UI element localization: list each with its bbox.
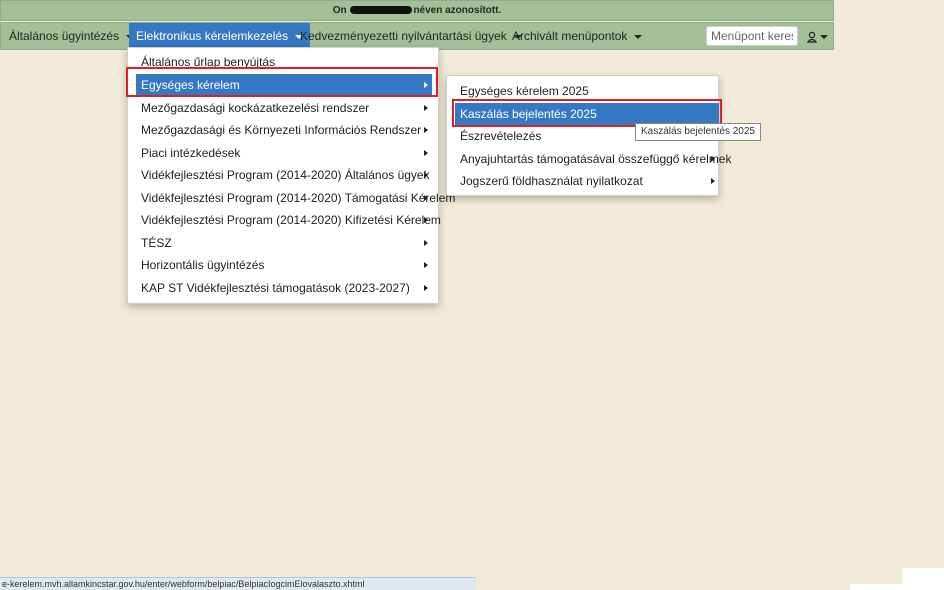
- chevron-right-icon: [424, 127, 428, 133]
- menu-item-label: Mezőgazdasági és Környezeti Információs …: [141, 123, 422, 137]
- redacted-username: [350, 6, 413, 15]
- menu-item-rdp-general[interactable]: Vidékfejlesztési Program (2014-2020) Ált…: [136, 164, 432, 186]
- user-menu-button[interactable]: [806, 23, 831, 49]
- banner-suffix: néven azonosított.: [413, 5, 502, 16]
- menu-item-unified-request[interactable]: Egységes kérelem: [136, 74, 432, 96]
- nav-general-affairs[interactable]: Általános ügyintézés: [2, 23, 141, 49]
- identity-banner: On néven azonosított.: [0, 0, 834, 21]
- menu-item-label: Vidékfejlesztési Program (2014-2020) Ált…: [141, 168, 430, 182]
- status-bar-url: e-kerelem.mvh.allamkincstar.gov.hu/enter…: [0, 577, 476, 590]
- chevron-right-icon: [424, 240, 428, 246]
- menu-item-environmental-info[interactable]: Mezőgazdasági és Környezeti Információs …: [136, 119, 432, 141]
- submenu-item-label: Anyajuhtartás támogatásával összefüggő k…: [460, 152, 732, 166]
- menu-search-input[interactable]: [706, 26, 798, 46]
- nav-electronic-requests-label: Elektronikus kérelemkezelés: [136, 29, 289, 43]
- submenu-item-label: Kaszálás bejelentés 2025: [460, 107, 597, 121]
- user-icon: [806, 31, 818, 43]
- submenu-item-label: Észrevételezés: [460, 129, 542, 143]
- submenu-item-land-use[interactable]: Jogszerű földhasználat nyilatkozat: [455, 170, 719, 192]
- nav-general-affairs-label: Általános ügyintézés: [9, 29, 120, 43]
- menu-item-label: Mezőgazdasági kockázatkezelési rendszer: [141, 101, 370, 115]
- main-navbar: Általános ügyintézés Elektronikus kérele…: [0, 22, 834, 50]
- chevron-right-icon: [424, 105, 428, 111]
- chevron-right-icon: [711, 178, 715, 184]
- menu-item-general-form[interactable]: Általános űrlap benyújtás: [136, 51, 432, 73]
- chevron-down-icon: [634, 34, 643, 39]
- electronic-requests-menu: Általános űrlap benyújtás Egységes kérel…: [127, 47, 455, 304]
- menu-item-label: Általános űrlap benyújtás: [141, 55, 276, 69]
- nav-beneficiary-registry[interactable]: Kedvezményezetti nyilvántartási ügyek: [293, 23, 529, 49]
- nav-archived[interactable]: Archivált menüpontok: [505, 23, 649, 49]
- menu-item-kap-st[interactable]: KAP ST Vidékfejlesztési támogatások (202…: [136, 277, 432, 299]
- menu-item-label: Egységes kérelem: [141, 78, 240, 92]
- chevron-right-icon: [711, 156, 715, 162]
- submenu-item-mowing-2025[interactable]: Kaszálás bejelentés 2025: [455, 103, 719, 125]
- banner-prefix: On: [332, 5, 347, 16]
- chevron-right-icon: [424, 285, 428, 291]
- menu-item-risk-management[interactable]: Mezőgazdasági kockázatkezelési rendszer: [136, 97, 432, 119]
- menu-item-label: Vidékfejlesztési Program (2014-2020) Tám…: [141, 191, 456, 205]
- menu-item-label: KAP ST Vidékfejlesztési támogatások (202…: [141, 281, 410, 295]
- submenu-item-unified-2025[interactable]: Egységes kérelem 2025: [455, 80, 719, 102]
- chevron-down-icon: [820, 34, 828, 39]
- menu-item-label: TÉSZ: [141, 236, 172, 250]
- nav-electronic-requests[interactable]: Elektronikus kérelemkezelés: [129, 23, 311, 49]
- nav-beneficiary-registry-label: Kedvezményezetti nyilvántartási ügyek: [300, 29, 507, 43]
- menu-item-rdp-payment[interactable]: Vidékfejlesztési Program (2014-2020) Kif…: [136, 209, 441, 231]
- chevron-right-icon: [424, 262, 428, 268]
- nav-archived-label: Archivált menüpontok: [512, 29, 628, 43]
- menu-item-label: Piaci intézkedések: [141, 146, 241, 160]
- corner-patch: [902, 568, 944, 590]
- chevron-right-icon: [424, 217, 428, 223]
- submenu-item-label: Egységes kérelem 2025: [460, 84, 589, 98]
- menu-item-horizontal[interactable]: Horizontális ügyintézés: [136, 254, 432, 276]
- menu-item-tesz[interactable]: TÉSZ: [136, 232, 432, 254]
- submenu-item-label: Jogszerű földhasználat nyilatkozat: [460, 174, 643, 188]
- chevron-right-icon: [424, 150, 428, 156]
- tooltip: Kaszálás bejelentés 2025: [635, 123, 761, 141]
- menu-item-market-measures[interactable]: Piaci intézkedések: [136, 142, 432, 164]
- menu-item-label: Vidékfejlesztési Program (2014-2020) Kif…: [141, 213, 441, 227]
- chevron-right-icon: [424, 172, 428, 178]
- menu-item-rdp-support[interactable]: Vidékfejlesztési Program (2014-2020) Tám…: [136, 187, 455, 209]
- submenu-item-ewe-support[interactable]: Anyajuhtartás támogatásával összefüggő k…: [455, 148, 731, 170]
- chevron-right-icon: [424, 82, 428, 88]
- menu-item-label: Horizontális ügyintézés: [141, 258, 265, 272]
- chevron-right-icon: [424, 195, 428, 201]
